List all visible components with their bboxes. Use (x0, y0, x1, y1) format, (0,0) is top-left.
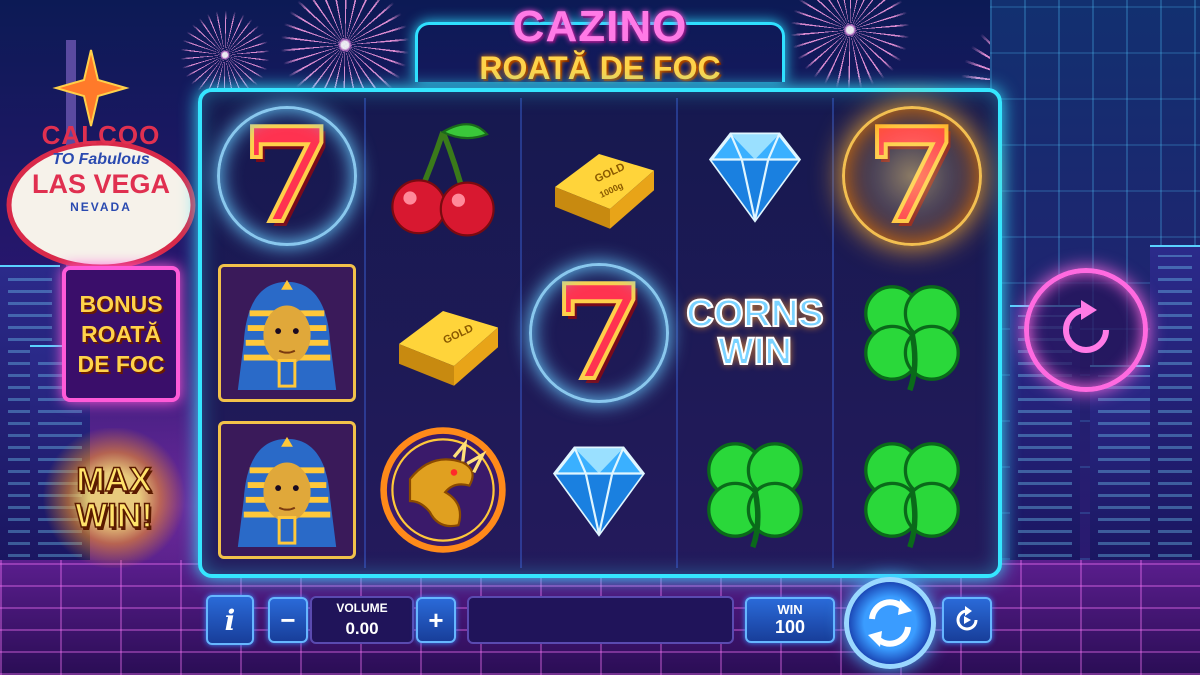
volume-display: VOLUME 0.00 (310, 596, 414, 644)
info-button[interactable]: i (206, 595, 254, 645)
decrease-volume-button[interactable]: − (268, 597, 308, 643)
max-win-line2: WIN! (75, 497, 154, 535)
game-title: CAZINO ROATĂ DE FOC (415, 4, 785, 96)
pharaoh-icon (237, 436, 337, 547)
fire-aura (842, 106, 982, 247)
dragon-icon (380, 426, 506, 553)
corns-win-line1: CORNS (685, 292, 824, 335)
symbol-cherry (366, 98, 520, 255)
electric-aura (529, 262, 669, 403)
volume-value: 0.00 (345, 619, 379, 638)
symbol-pharaoh (210, 255, 364, 412)
symbol-diamond (522, 411, 676, 568)
corns-win-line2: WIN (717, 330, 793, 373)
reel-3: GOLD 1000g 7 (522, 98, 678, 568)
autoplay-icon (956, 606, 978, 631)
win-label: WIN (777, 602, 803, 617)
vegas-sign-line1: CALCOO (41, 120, 161, 150)
symbol-gold-bar: GOLD (366, 255, 520, 412)
bonus-line1: BONUS (79, 291, 163, 317)
gold-bar-icon: GOLD 1000g (555, 154, 654, 230)
firework-decoration (790, 0, 910, 90)
reel-4: CORNS WIN (678, 98, 834, 568)
vegas-sign-line4: NEVADA (70, 200, 132, 214)
symbol-corns-win: CORNS WIN (678, 255, 832, 412)
symbol-dragon (366, 411, 520, 568)
bonus-line2: ROATĂ (80, 321, 162, 347)
pharaoh-frame (218, 263, 356, 402)
vegas-sign: CALCOO TO Fabulous LAS VEGA NEVADA (6, 40, 196, 280)
title-line1: CAZINO (512, 2, 688, 51)
reel-window: 7 GOLD GOLD 1000g 7 CORNS WIN (198, 88, 1002, 578)
increase-volume-button[interactable]: + (416, 597, 456, 643)
volume-label: VOLUME (336, 601, 388, 615)
side-refresh-button[interactable] (1024, 268, 1148, 392)
gold-bar-icon: GOLD (399, 310, 498, 386)
symbol-clover (834, 411, 990, 568)
title-line2: ROATĂ DE FOC (479, 50, 721, 86)
refresh-icon (1063, 300, 1109, 353)
pharaoh-frame (218, 420, 356, 559)
bonus-line3: DE FOC (77, 351, 165, 377)
win-display: WIN 100 (745, 597, 835, 643)
bonus-panel: BONUS ROATĂ DE FOC (62, 266, 180, 402)
electric-aura (217, 106, 357, 247)
symbol-seven-electric: 7 (522, 255, 676, 412)
symbol-clover (834, 255, 990, 412)
cherry-icon (391, 123, 495, 237)
reel-1: 7 (210, 98, 366, 568)
minus-label: − (280, 604, 296, 635)
symbol-gold-bar: GOLD 1000g (522, 98, 676, 255)
clover-icon (707, 441, 803, 548)
message-panel (467, 596, 734, 644)
win-value: 100 (774, 617, 806, 637)
reel-5: 7 (834, 98, 990, 568)
symbol-seven-fire: 7 (834, 98, 990, 255)
vegas-sign-line2: TO Fabulous (52, 151, 150, 168)
clover-icon (864, 441, 960, 548)
info-label: i (224, 603, 236, 637)
max-win-line1: MAX (75, 461, 152, 499)
symbol-clover (678, 411, 832, 568)
clover-icon (864, 285, 960, 392)
spin-arrows-icon (868, 599, 912, 647)
spin-button[interactable] (844, 577, 936, 669)
autoplay-button[interactable] (942, 597, 992, 643)
pharaoh-icon (237, 279, 337, 391)
symbol-diamond (678, 98, 832, 255)
symbol-pharaoh (210, 411, 364, 568)
reel-2: GOLD (366, 98, 522, 568)
diamond-icon (708, 132, 802, 224)
diamond-icon (552, 446, 646, 537)
symbol-seven-electric: 7 (210, 98, 364, 255)
max-win-badge: MAX WIN! (40, 428, 188, 568)
vegas-sign-line3: LAS VEGA (31, 169, 171, 199)
plus-label: + (428, 604, 444, 635)
city-building (1150, 245, 1200, 565)
